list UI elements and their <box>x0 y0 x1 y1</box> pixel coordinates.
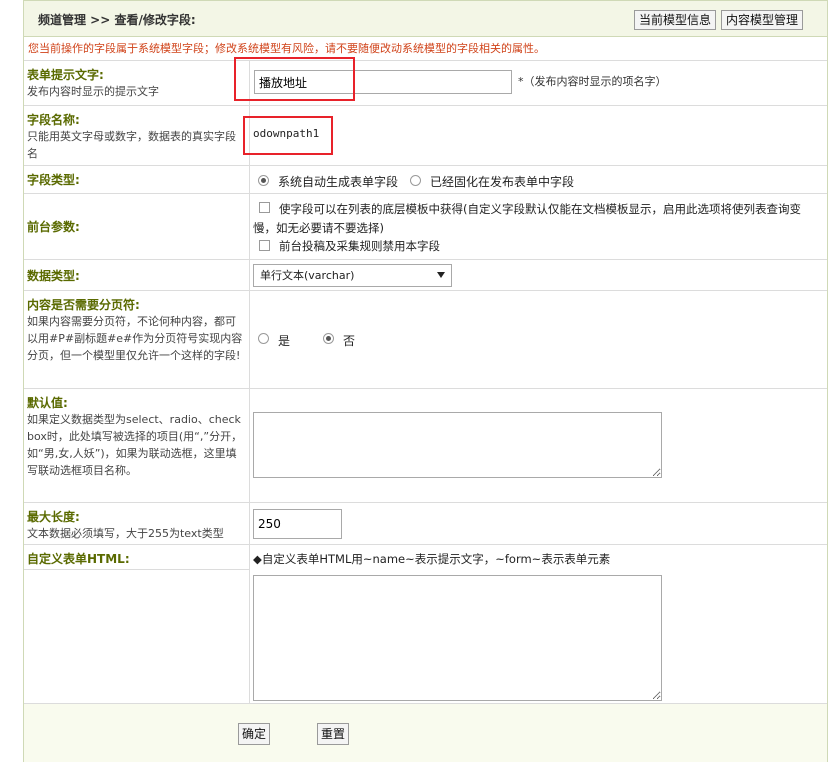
row-fieldname: 字段名称: 只能用英文字母或数字，数据表的真实字段名 odownpath1 <box>24 106 827 166</box>
row-pagebreak: 内容是否需要分页符: 如果内容需要分页符，不论何种内容，都可以用#P#副标题#e… <box>24 291 827 389</box>
form-footer: 确定 重置 <box>24 704 827 762</box>
customhtml-label: 自定义表单HTML: <box>27 552 130 566</box>
fieldname-value-cell: odownpath1 <box>250 106 827 165</box>
fieldtype-label: 字段类型: <box>27 173 80 187</box>
datatype-label-cell: 数据类型: <box>24 260 250 290</box>
default-textarea[interactable] <box>253 412 662 478</box>
fieldtype-auto-label: 系统自动生成表单字段 <box>278 175 399 189</box>
prompt-label-cell: 表单提示文字: 发布内容时显示的提示文字 <box>24 61 250 105</box>
warning-message: 您当前操作的字段属于系统模型字段；修改系统模型有风险，请不要随便改动系统模型的字… <box>24 37 827 61</box>
pagebreak-value-cell: 是 否 <box>250 291 827 388</box>
row-datatype: 数据类型: 单行文本(varchar) <box>24 260 827 291</box>
datatype-select[interactable]: 单行文本(varchar) <box>253 264 452 287</box>
model-manage-button[interactable]: 内容模型管理 <box>721 10 804 30</box>
maxlen-value-cell <box>250 503 827 544</box>
datatype-label: 数据类型: <box>27 268 80 283</box>
fieldname-value: odownpath1 <box>253 127 320 140</box>
confirm-button[interactable]: 确定 <box>238 723 271 745</box>
fieldname-label-cell: 字段名称: 只能用英文字母或数字，数据表的真实字段名 <box>24 106 250 165</box>
maxlen-desc: 文本数据必须填写，大于255为text类型 <box>27 527 224 540</box>
edit-field-panel: 频道管理 >> 查看/修改字段: 当前模型信息 内容模型管理 您当前操作的字段属… <box>23 0 828 762</box>
fieldname-label: 字段名称: <box>27 113 80 127</box>
panel-header: 频道管理 >> 查看/修改字段: 当前模型信息 内容模型管理 <box>24 1 827 37</box>
chevron-down-icon <box>437 272 445 278</box>
row-fieldtype: 字段类型: 系统自动生成表单字段 已经固化在发布表单中字段 <box>24 166 827 194</box>
pagebreak-label: 内容是否需要分页符: <box>27 298 140 312</box>
customhtml-hint-cell: ◆自定义表单HTML用~name~表示提示文字，~form~表示表单元素 <box>250 545 827 570</box>
pagebreak-yes-radio[interactable] <box>258 333 269 344</box>
pagebreak-no-radio[interactable] <box>323 333 334 344</box>
page-title: 频道管理 >> 查看/修改字段: <box>38 13 196 27</box>
fieldtype-auto-radio[interactable] <box>258 175 269 186</box>
row-customhtml-header: 自定义表单HTML: ◆自定义表单HTML用~name~表示提示文字，~form… <box>24 545 827 570</box>
fieldtype-label-cell: 字段类型: <box>24 166 250 193</box>
list-template-label: 使字段可以在列表的底层模板中获得(自定义字段默认仅能在文档模板显示，启用此选项将… <box>253 202 801 235</box>
maxlen-label-cell: 最大长度: 文本数据必须填写，大于255为text类型 <box>24 503 250 544</box>
pagebreak-no-label: 否 <box>343 334 356 348</box>
default-desc: 如果定义数据类型为select、radio、checkbox时，此处填写被选择的… <box>27 413 243 477</box>
default-value-cell <box>250 389 827 502</box>
pagebreak-yes-label: 是 <box>278 334 291 348</box>
prompt-input[interactable] <box>254 70 512 94</box>
fieldtype-fixed-radio[interactable] <box>410 175 421 186</box>
customhtml-value-cell <box>250 570 827 703</box>
model-info-button[interactable]: 当前模型信息 <box>634 10 717 30</box>
fieldtype-fixed-label: 已经固化在发布表单中字段 <box>430 175 575 189</box>
row-prompt: 表单提示文字: 发布内容时显示的提示文字 *（发布内容时显示的项名字） <box>24 61 827 106</box>
fieldname-desc: 只能用英文字母或数字，数据表的真实字段名 <box>27 130 236 160</box>
frontparams-value-cell: 使字段可以在列表的底层模板中获得(自定义字段默认仅能在文档模板显示，启用此选项将… <box>250 194 827 259</box>
prompt-label: 表单提示文字: <box>27 68 104 82</box>
row-frontparams: 前台参数: 使字段可以在列表的底层模板中获得(自定义字段默认仅能在文档模板显示，… <box>24 194 827 260</box>
fieldtype-value-cell: 系统自动生成表单字段 已经固化在发布表单中字段 <box>250 166 827 193</box>
default-label: 默认值: <box>27 396 68 410</box>
maxlen-label: 最大长度: <box>27 510 80 524</box>
default-label-cell: 默认值: 如果定义数据类型为select、radio、checkbox时，此处填… <box>24 389 250 502</box>
prompt-desc: 发布内容时显示的提示文字 <box>27 85 159 98</box>
maxlen-input[interactable] <box>253 509 342 539</box>
disable-submit-label: 前台投稿及采集规则禁用本字段 <box>279 239 440 253</box>
datatype-selected-value: 单行文本(varchar) <box>260 269 355 282</box>
prompt-value-cell: *（发布内容时显示的项名字） <box>250 61 827 105</box>
disable-submit-checkbox[interactable] <box>259 240 270 251</box>
prompt-hint: *（发布内容时显示的项名字） <box>518 75 667 88</box>
row-maxlen: 最大长度: 文本数据必须填写，大于255为text类型 <box>24 503 827 545</box>
customhtml-textarea[interactable] <box>253 575 662 701</box>
frontparams-label-cell: 前台参数: <box>24 194 250 259</box>
row-customhtml <box>24 570 827 704</box>
pagebreak-desc: 如果内容需要分页符，不论何种内容，都可以用#P#副标题#e#作为分页符号实现内容… <box>27 315 243 362</box>
pagebreak-label-cell: 内容是否需要分页符: 如果内容需要分页符，不论何种内容，都可以用#P#副标题#e… <box>24 291 250 388</box>
customhtml-empty-cell <box>24 570 250 703</box>
row-default: 默认值: 如果定义数据类型为select、radio、checkbox时，此处填… <box>24 389 827 503</box>
datatype-value-cell: 单行文本(varchar) <box>250 260 827 290</box>
reset-button[interactable]: 重置 <box>317 723 350 745</box>
customhtml-hint: ◆自定义表单HTML用~name~表示提示文字，~form~表示表单元素 <box>253 552 611 566</box>
customhtml-label-cell: 自定义表单HTML: <box>24 545 250 570</box>
frontparams-label: 前台参数: <box>27 220 80 234</box>
